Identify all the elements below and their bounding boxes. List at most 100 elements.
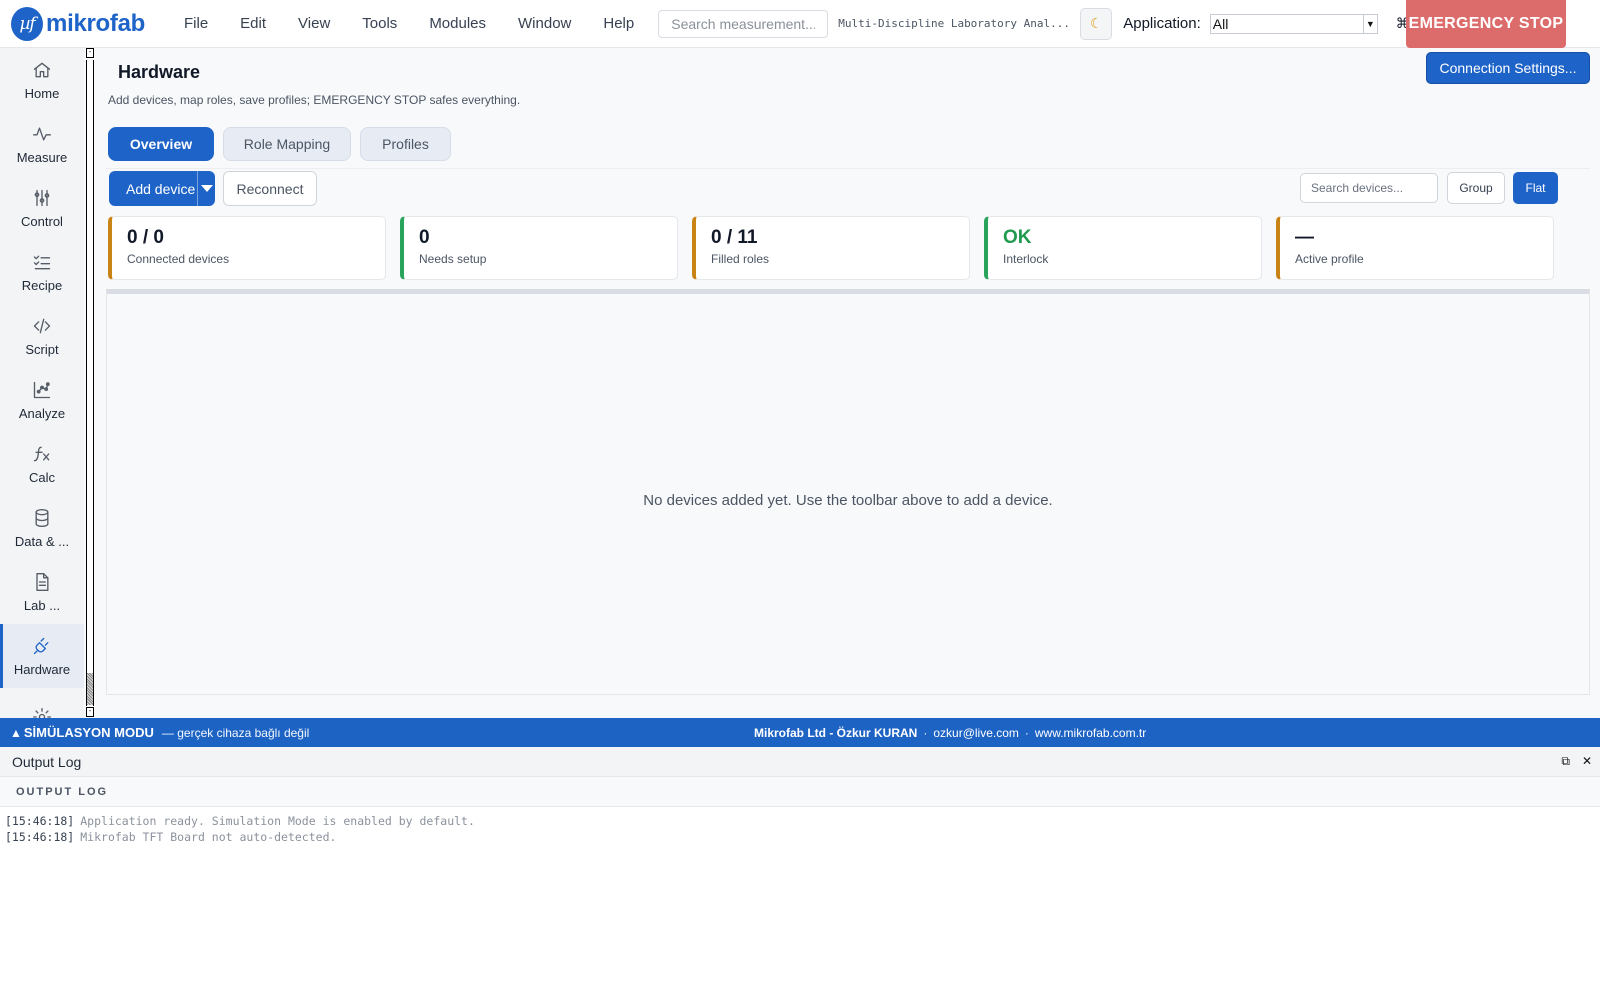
sidebar-item-label: Home <box>24 85 60 101</box>
chart-icon <box>33 381 51 398</box>
device-search-input[interactable] <box>1300 173 1438 203</box>
scrollbar-track[interactable] <box>86 60 94 706</box>
simulation-status-bar: ▲ SİMÜLASYON MODU — gerçek cihaza bağlı … <box>0 718 1600 747</box>
sidebar-item-lab[interactable]: Lab ... <box>0 560 84 624</box>
scrollbar-thumb[interactable] <box>87 673 93 705</box>
database-icon <box>35 508 49 527</box>
sidebar-item-label: Script <box>25 341 59 357</box>
measurement-search-input[interactable] <box>658 9 829 38</box>
stat-value: 0 <box>419 227 430 248</box>
top-bar: µf mikrofab File Edit View Tools Modules… <box>0 0 1600 48</box>
flat-view-button[interactable]: Flat <box>1513 172 1558 204</box>
warning-icon: ▲ <box>10 725 22 740</box>
stat-caption: Connected devices <box>127 252 230 266</box>
sidebar-item-settings[interactable] <box>0 688 84 718</box>
sidebar-item-measure[interactable]: Measure <box>0 112 84 176</box>
code-icon <box>33 318 51 333</box>
stat-card-needs-setup: 0 Needs setup <box>400 216 678 280</box>
menu-view[interactable]: View <box>282 0 346 48</box>
sidebar-item-analyze[interactable]: Analyze <box>0 368 84 432</box>
empty-state-message: No devices added yet. Use the toolbar ab… <box>643 492 1053 509</box>
stat-caption: Interlock <box>1003 252 1049 266</box>
sidebar-scrollbar[interactable]: - - <box>84 48 96 718</box>
sidebar-item-label: Hardware <box>13 661 71 677</box>
group-view-button[interactable]: Group <box>1447 172 1505 204</box>
sidebar-item-data[interactable]: Data & ... <box>0 496 84 560</box>
application-select[interactable]: All ▼ <box>1209 13 1378 34</box>
company-website[interactable]: www.mikrofab.com.tr <box>1035 726 1146 740</box>
moon-icon: ☾ <box>1089 15 1103 31</box>
sidebar-item-recipe[interactable]: Recipe <box>0 240 84 304</box>
logo-text: mikrofab <box>46 9 145 37</box>
connection-settings-button[interactable]: Connection Settings... <box>1426 52 1590 84</box>
scroll-up-arrow[interactable]: - <box>86 48 94 58</box>
add-device-split-button[interactable]: Add device <box>109 171 215 206</box>
application-label: Application: <box>1123 15 1201 32</box>
stat-card-connected: 0 / 0 Connected devices <box>108 216 386 280</box>
tab-bar: Overview Role Mapping Profiles <box>108 127 451 161</box>
menu-modules[interactable]: Modules <box>413 0 502 48</box>
company-email[interactable]: ozkur@live.com <box>933 726 1019 740</box>
wave-icon <box>33 127 51 140</box>
scroll-down-arrow[interactable]: - <box>86 707 94 717</box>
sidebar-item-calc[interactable]: Calc <box>0 432 84 496</box>
stat-card-active-profile: — Active profile <box>1276 216 1554 280</box>
sidebar-item-control[interactable]: Control <box>0 176 84 240</box>
stat-card-interlock: OK Interlock <box>984 216 1262 280</box>
emergency-stop-button[interactable]: EMERGENCY STOP <box>1406 0 1566 48</box>
output-log-section-label: OUTPUT LOG <box>16 785 109 798</box>
tab-profiles[interactable]: Profiles <box>360 127 451 161</box>
simulation-note: — gerçek cihaza bağlı değil <box>161 725 310 740</box>
company-info: Mikrofab Ltd - Özkur KURAN · ozkur@live.… <box>754 726 1146 740</box>
simulation-mode-label: SİMÜLASYON MODU <box>23 725 154 740</box>
sidebar: Home Measure Control Recipe Script Analy… <box>0 48 84 718</box>
company-name: Mikrofab Ltd - Özkur KURAN <box>754 725 918 740</box>
theme-toggle-button[interactable]: ☾ <box>1080 7 1113 40</box>
tab-role-mapping[interactable]: Role Mapping <box>223 127 351 161</box>
sidebar-item-hardware[interactable]: Hardware <box>0 624 84 688</box>
stat-value: 0 / 11 <box>711 227 758 248</box>
sidebar-item-label: Recipe <box>21 277 63 293</box>
float-panel-icon[interactable]: ⧉ <box>1561 754 1570 769</box>
output-log-header: Output Log ⧉ ✕ <box>0 747 1600 777</box>
hardware-page: Hardware Add devices, map roles, save pr… <box>106 48 1590 718</box>
checklist-icon <box>33 255 51 269</box>
stat-value: 0 / 0 <box>127 227 164 248</box>
menu-window[interactable]: Window <box>502 0 587 48</box>
device-toolbar: Add device Reconnect Group Flat <box>106 168 1590 208</box>
sidebar-item-label: Lab ... <box>23 597 61 613</box>
add-device-dropdown[interactable] <box>197 171 215 206</box>
stat-caption: Needs setup <box>419 252 487 266</box>
menu-edit[interactable]: Edit <box>224 0 282 48</box>
menu-file[interactable]: File <box>168 0 224 48</box>
stat-value: — <box>1295 227 1314 248</box>
stat-caption: Filled roles <box>711 252 770 266</box>
close-icon[interactable]: ✕ <box>1582 754 1592 769</box>
stat-card-filled-roles: 0 / 11 Filled roles <box>692 216 970 280</box>
simulation-indicator: ▲ SİMÜLASYON MODU — gerçek cihaza bağlı … <box>10 725 309 740</box>
app-logo[interactable]: µf mikrofab <box>11 6 145 41</box>
reconnect-button[interactable]: Reconnect <box>223 171 317 206</box>
home-icon <box>33 62 51 77</box>
tab-overview[interactable]: Overview <box>108 127 214 161</box>
log-message: Mikrofab TFT Board not auto-detected. <box>80 830 337 844</box>
output-log-section-header: OUTPUT LOG <box>0 777 1600 807</box>
function-icon <box>33 446 50 461</box>
menu-help[interactable]: Help <box>587 0 650 48</box>
log-timestamp: [15:46:18] <box>5 830 75 844</box>
plug-icon <box>33 637 49 654</box>
sidebar-item-label: Analyze <box>18 405 66 421</box>
document-icon <box>36 572 49 591</box>
stat-value: OK <box>1003 227 1032 248</box>
sidebar-item-script[interactable]: Script <box>0 304 84 368</box>
caret-down-icon <box>200 185 213 192</box>
sidebar-item-label: Measure <box>16 149 68 165</box>
logo-mark: µf <box>11 6 44 41</box>
add-device-button[interactable]: Add device <box>109 181 197 197</box>
menu-tools[interactable]: Tools <box>346 0 413 48</box>
gear-icon <box>33 708 51 718</box>
sidebar-item-home[interactable]: Home <box>0 48 84 112</box>
output-log-body[interactable]: [15:46:18] Application ready. Simulation … <box>0 807 1600 1000</box>
stats-row: 0 / 0 Connected devices 0 Needs setup 0 … <box>108 216 1554 280</box>
menu-bar: File Edit View Tools Modules Window Help <box>168 0 650 48</box>
